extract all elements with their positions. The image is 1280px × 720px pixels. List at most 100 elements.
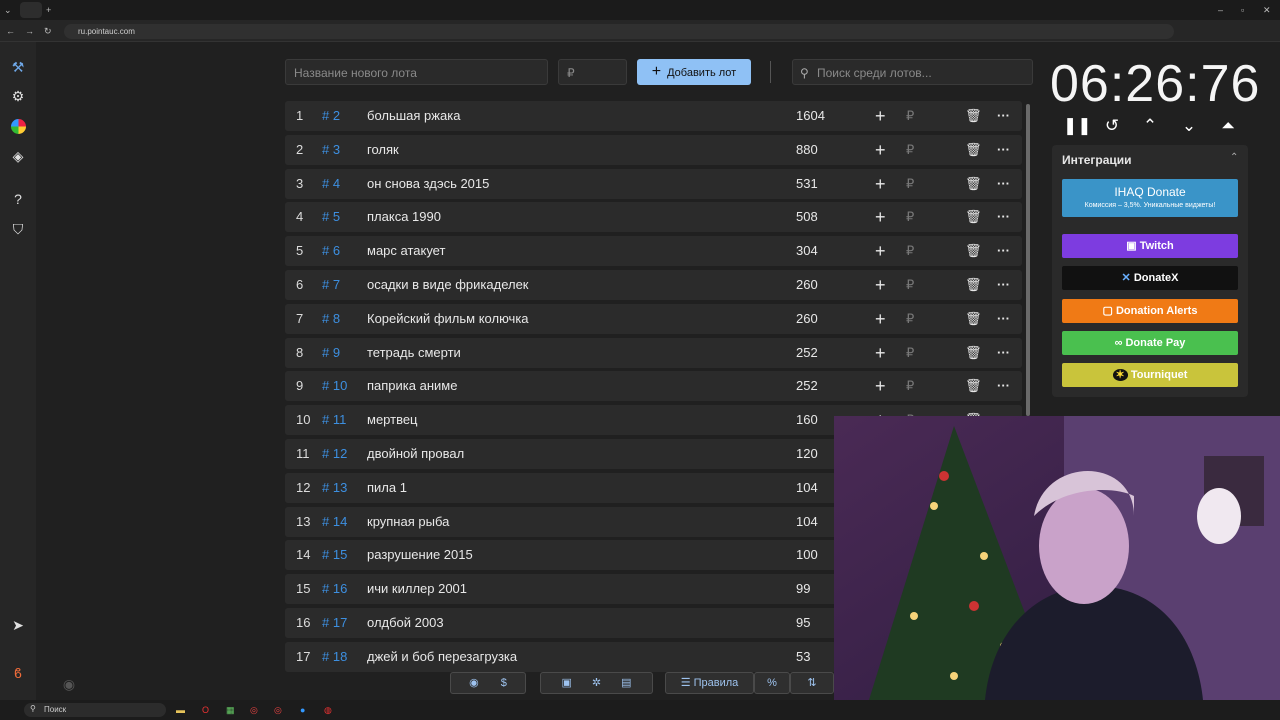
lot-id-link[interactable]: # 17: [322, 608, 347, 638]
lot-name[interactable]: джей и боб перезагрузка: [367, 642, 517, 672]
double-increase-icon[interactable]: ⏶: [1218, 116, 1238, 136]
maximize-icon[interactable]: ▫: [1241, 3, 1244, 17]
boosty-icon[interactable]: ϐ: [9, 664, 27, 682]
more-options-icon[interactable]: ···: [997, 338, 1010, 368]
obs-icon[interactable]: ◍: [324, 703, 332, 717]
split-button[interactable]: ⇅: [790, 672, 834, 694]
rub-input-icon[interactable]: ₽: [906, 169, 914, 199]
visibility-eye-icon[interactable]: ◉: [60, 675, 78, 693]
clear-icon[interactable]: ▤: [621, 677, 631, 689]
delete-icon[interactable]: 🗑: [965, 304, 982, 334]
delete-icon[interactable]: 🗑: [965, 270, 982, 300]
lot-id-link[interactable]: # 3: [322, 135, 340, 165]
active-tab[interactable]: [20, 2, 42, 18]
lot-name[interactable]: олдбой 2003: [367, 608, 444, 638]
add-amount-icon[interactable]: +: [875, 338, 886, 368]
lot-name[interactable]: разрушение 2015: [367, 540, 473, 570]
lot-id-link[interactable]: # 11: [322, 405, 346, 435]
rub-input-icon[interactable]: ₽: [906, 371, 914, 401]
layers-icon[interactable]: ◈: [9, 147, 27, 165]
lot-name[interactable]: двойной провал: [367, 439, 464, 469]
rub-input-icon[interactable]: ₽: [906, 236, 914, 266]
lot-name[interactable]: марс атакует: [367, 236, 445, 266]
more-options-icon[interactable]: ···: [997, 371, 1010, 401]
delete-icon[interactable]: 🗑: [965, 338, 982, 368]
lot-id-link[interactable]: # 15: [322, 540, 347, 570]
more-options-icon[interactable]: ···: [997, 101, 1010, 131]
increase-time-icon[interactable]: ⌃: [1140, 116, 1160, 136]
rub-input-icon[interactable]: ₽: [906, 135, 914, 165]
lot-id-link[interactable]: # 16: [322, 574, 347, 604]
add-amount-icon[interactable]: +: [875, 236, 886, 266]
rub-input-icon[interactable]: ₽: [906, 202, 914, 232]
github-icon[interactable]: ◉: [469, 677, 479, 689]
donatex-button[interactable]: ✕ DonateX: [1062, 266, 1238, 290]
collapse-chevron-icon[interactable]: ⌃: [1230, 152, 1238, 163]
lot-name[interactable]: большая ржака: [367, 101, 460, 131]
lot-id-link[interactable]: # 5: [322, 202, 340, 232]
list-scrollbar[interactable]: [1026, 104, 1030, 416]
twitch-button[interactable]: ▣ Twitch: [1062, 234, 1238, 258]
lot-name[interactable]: осадки в виде фрикаделек: [367, 270, 529, 300]
telegram-icon[interactable]: ➤: [9, 616, 27, 634]
add-amount-icon[interactable]: +: [875, 270, 886, 300]
rub-input-icon[interactable]: ₽: [906, 338, 914, 368]
delete-icon[interactable]: 🗑: [965, 101, 982, 131]
chrome-icon[interactable]: ◎: [250, 703, 258, 717]
decrease-time-icon[interactable]: ⌄: [1179, 116, 1199, 136]
lot-id-link[interactable]: # 4: [322, 169, 340, 199]
new-lot-name-input[interactable]: Название нового лота: [285, 59, 548, 85]
more-options-icon[interactable]: ···: [997, 304, 1010, 334]
lot-id-link[interactable]: # 9: [322, 338, 340, 368]
settings-gear-icon[interactable]: ⚙: [9, 87, 27, 105]
lot-name[interactable]: он снова здэсь 2015: [367, 169, 489, 199]
delete-icon[interactable]: 🗑: [965, 236, 982, 266]
forward-icon[interactable]: →: [25, 24, 34, 38]
lot-name[interactable]: пила 1: [367, 473, 407, 503]
add-amount-icon[interactable]: +: [875, 202, 886, 232]
lot-id-link[interactable]: # 6: [322, 236, 340, 266]
close-icon[interactable]: ✕: [1263, 3, 1271, 17]
lot-id-link[interactable]: # 2: [322, 101, 340, 131]
back-icon[interactable]: ←: [6, 24, 15, 38]
chrome-active-icon[interactable]: ◎: [274, 703, 282, 717]
auction-hammer-icon[interactable]: ⚒: [9, 58, 27, 76]
percent-button[interactable]: %: [754, 672, 790, 694]
more-options-icon[interactable]: ···: [997, 135, 1010, 165]
add-amount-icon[interactable]: +: [875, 169, 886, 199]
minimize-icon[interactable]: –: [1218, 3, 1223, 17]
wheel-icon[interactable]: [11, 119, 26, 134]
shield-check-icon[interactable]: ⛉: [9, 220, 27, 238]
rub-input-icon[interactable]: ₽: [906, 101, 914, 131]
lot-id-link[interactable]: # 13: [322, 473, 347, 503]
donate-pay-button[interactable]: ∞ Donate Pay: [1062, 331, 1238, 355]
add-amount-icon[interactable]: +: [875, 304, 886, 334]
telegram-taskbar-icon[interactable]: ●: [300, 703, 305, 717]
add-amount-icon[interactable]: +: [875, 135, 886, 165]
delete-icon[interactable]: 🗑: [965, 169, 982, 199]
lot-name[interactable]: плакса 1990: [367, 202, 441, 232]
ihaq-donate-button[interactable]: IHAQ Donate Комиссия – 3,5%. Уникальные …: [1062, 179, 1238, 217]
lot-id-link[interactable]: # 10: [322, 371, 347, 401]
lot-name[interactable]: голяк: [367, 135, 399, 165]
tourniquet-button[interactable]: ✶ Tourniquet: [1062, 363, 1238, 387]
delete-icon[interactable]: 🗑: [965, 371, 982, 401]
help-icon[interactable]: ?: [9, 190, 27, 208]
folder-icon[interactable]: ▬: [176, 703, 185, 717]
more-options-icon[interactable]: ···: [997, 169, 1010, 199]
lot-id-link[interactable]: # 8: [322, 304, 340, 334]
lot-name[interactable]: паприка аниме: [367, 371, 457, 401]
lot-id-link[interactable]: # 12: [322, 439, 347, 469]
minecraft-icon[interactable]: ▦: [226, 703, 235, 717]
lot-name[interactable]: Корейский фильм колючка: [367, 304, 529, 334]
opera-icon[interactable]: O: [202, 703, 209, 717]
lot-name[interactable]: тетрадь смерти: [367, 338, 461, 368]
rub-input-icon[interactable]: ₽: [906, 270, 914, 300]
lot-name[interactable]: ичи киллер 2001: [367, 574, 467, 604]
rub-input-icon[interactable]: ₽: [906, 304, 914, 334]
tab-list-icon[interactable]: ⌄: [4, 3, 12, 17]
dollar-icon[interactable]: $: [501, 677, 507, 689]
taskbar-search[interactable]: ⚲ Поиск: [24, 703, 166, 717]
delete-icon[interactable]: 🗑: [965, 135, 982, 165]
bug-icon[interactable]: ✲: [592, 677, 601, 689]
